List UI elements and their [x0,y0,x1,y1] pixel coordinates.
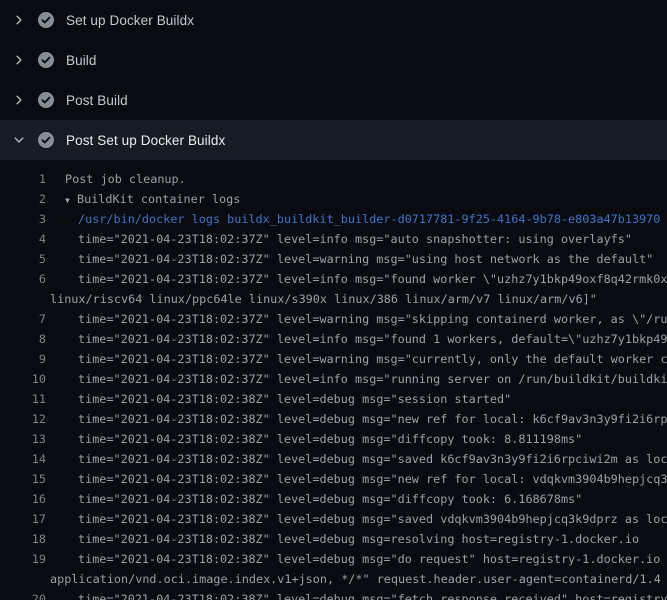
line-number[interactable]: 19 [0,549,46,569]
log-line: 4 time="2021-04-23T18:02:37Z" level=info… [0,229,667,249]
chevron-right-icon [13,14,25,26]
log-group-header: 2 ▼BuildKit container logs [0,189,667,209]
line-number[interactable]: 17 [0,509,46,529]
log-group-label[interactable]: BuildKit container logs [77,192,240,206]
line-number [0,289,46,309]
log-text: time="2021-04-23T18:02:38Z" level=debug … [46,589,667,600]
log-text: time="2021-04-23T18:02:38Z" level=debug … [46,409,667,429]
log-text: time="2021-04-23T18:02:38Z" level=debug … [46,509,667,529]
log-line: 16 time="2021-04-23T18:02:38Z" level=deb… [0,489,667,509]
log-line: 6 time="2021-04-23T18:02:37Z" level=info… [0,269,667,289]
log-line: 5 time="2021-04-23T18:02:37Z" level=warn… [0,249,667,269]
log-text: time="2021-04-23T18:02:37Z" level=warnin… [46,249,653,269]
step-header-setup-docker-buildx[interactable]: Set up Docker Buildx [0,0,667,40]
log-text: Post job cleanup. [46,169,186,189]
log-text: time="2021-04-23T18:02:37Z" level=warnin… [46,349,667,369]
line-number[interactable]: 5 [0,249,46,269]
chevron-down-icon [13,134,25,146]
log-line: 8 time="2021-04-23T18:02:37Z" level=info… [0,329,667,349]
line-number[interactable]: 11 [0,389,46,409]
collapse-triangle-icon: ▼ [65,191,77,211]
log-line: 9 time="2021-04-23T18:02:37Z" level=warn… [0,349,667,369]
log-line-wrap: application/vnd.oci.image.index.v1+json,… [0,569,667,589]
log-text: time="2021-04-23T18:02:37Z" level=info m… [46,269,667,289]
step-label: Post Set up Docker Buildx [66,133,225,148]
log-line: 17 time="2021-04-23T18:02:38Z" level=deb… [0,509,667,529]
line-number[interactable]: 8 [0,329,46,349]
log-command-text: /usr/bin/docker logs buildx_buildkit_bui… [46,209,660,229]
check-circle-icon [38,92,54,108]
step-label: Post Build [66,93,128,108]
log-line: 13 time="2021-04-23T18:02:38Z" level=deb… [0,429,667,449]
log-line: 10 time="2021-04-23T18:02:37Z" level=inf… [0,369,667,389]
line-number[interactable]: 18 [0,529,46,549]
line-number[interactable]: 10 [0,369,46,389]
line-number[interactable]: 6 [0,269,46,289]
log-pane: 1 Post job cleanup. 2 ▼BuildKit containe… [0,160,667,600]
log-text: time="2021-04-23T18:02:38Z" level=debug … [46,389,511,409]
check-circle-icon [38,132,54,148]
log-line: 20 time="2021-04-23T18:02:38Z" level=deb… [0,589,667,600]
log-line: 14 time="2021-04-23T18:02:38Z" level=deb… [0,449,667,469]
line-number[interactable]: 15 [0,469,46,489]
log-text: time="2021-04-23T18:02:37Z" level=info m… [46,229,632,249]
log-text: time="2021-04-23T18:02:38Z" level=debug … [46,489,582,509]
log-line: 19 time="2021-04-23T18:02:38Z" level=deb… [0,549,667,569]
log-line: 1 Post job cleanup. [0,169,667,189]
line-number[interactable]: 1 [0,169,46,189]
check-circle-icon [38,52,54,68]
log-text: linux/riscv64 linux/ppc64le linux/s390x … [46,289,597,309]
line-number[interactable]: 2 [0,189,46,209]
check-circle-icon [38,12,54,28]
log-text: time="2021-04-23T18:02:38Z" level=debug … [46,429,582,449]
log-line: 3 /usr/bin/docker logs buildx_buildkit_b… [0,209,667,229]
line-number[interactable]: 16 [0,489,46,509]
step-label: Build [66,53,97,68]
log-text: time="2021-04-23T18:02:37Z" level=info m… [46,329,667,349]
line-number[interactable]: 20 [0,589,46,600]
log-line: 18 time="2021-04-23T18:02:38Z" level=deb… [0,529,667,549]
line-number[interactable]: 12 [0,409,46,429]
line-number[interactable]: 9 [0,349,46,369]
line-number[interactable]: 4 [0,229,46,249]
step-header-build[interactable]: Build [0,40,667,80]
chevron-right-icon [13,94,25,106]
line-number[interactable]: 7 [0,309,46,329]
chevron-right-icon [13,54,25,66]
log-line: 11 time="2021-04-23T18:02:38Z" level=deb… [0,389,667,409]
log-text: time="2021-04-23T18:02:38Z" level=debug … [46,549,667,569]
line-number[interactable]: 13 [0,429,46,449]
log-text: application/vnd.oci.image.index.v1+json,… [46,569,661,589]
line-number[interactable]: 3 [0,209,46,229]
step-label: Set up Docker Buildx [66,13,194,28]
step-header-post-setup-docker-buildx[interactable]: Post Set up Docker Buildx [0,120,667,160]
log-line: 15 time="2021-04-23T18:02:38Z" level=deb… [0,469,667,489]
log-line: 12 time="2021-04-23T18:02:38Z" level=deb… [0,409,667,429]
log-text: time="2021-04-23T18:02:38Z" level=debug … [46,449,667,469]
log-text: time="2021-04-23T18:02:38Z" level=debug … [46,469,667,489]
line-number [0,569,46,589]
step-header-post-build[interactable]: Post Build [0,80,667,120]
log-line: 7 time="2021-04-23T18:02:37Z" level=warn… [0,309,667,329]
log-text: time="2021-04-23T18:02:37Z" level=info m… [46,369,667,389]
log-text: time="2021-04-23T18:02:37Z" level=warnin… [46,309,667,329]
log-text: time="2021-04-23T18:02:38Z" level=debug … [46,529,639,549]
log-line-wrap: linux/riscv64 linux/ppc64le linux/s390x … [0,289,667,309]
line-number[interactable]: 14 [0,449,46,469]
